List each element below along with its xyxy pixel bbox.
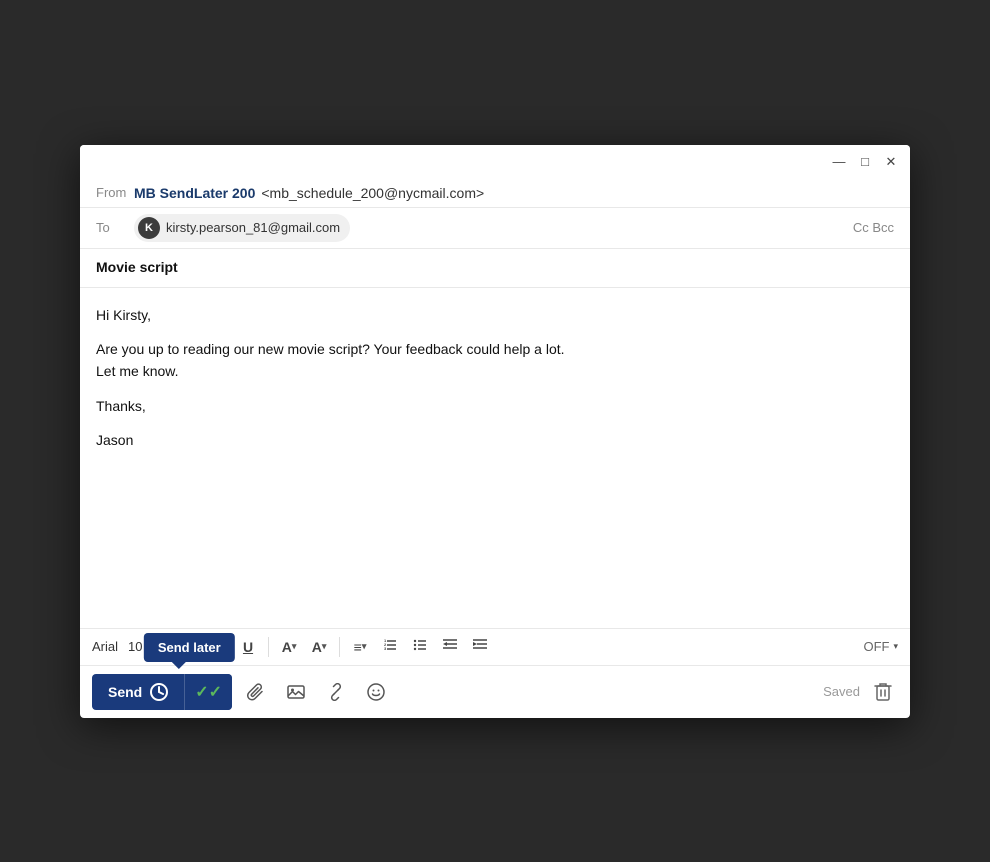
- email-body[interactable]: Hi Kirsty, Are you up to reading our new…: [80, 288, 910, 628]
- highlight-color-icon: A: [312, 639, 322, 655]
- emoji-icon: [367, 683, 385, 701]
- body-greeting: Hi Kirsty,: [96, 304, 894, 326]
- sender-email: <mb_schedule_200@nycmail.com>: [261, 185, 484, 201]
- close-button[interactable]: ✕: [884, 155, 898, 169]
- off-dropdown-arrow: ▾: [893, 641, 898, 652]
- unordered-list-icon: [413, 638, 427, 655]
- body-para1: Are you up to reading our new movie scri…: [96, 338, 894, 383]
- align-button[interactable]: ≡ ▾: [346, 633, 374, 661]
- avatar: K: [138, 217, 160, 239]
- off-label: OFF: [863, 639, 889, 654]
- minimize-button[interactable]: —: [832, 155, 846, 169]
- image-button[interactable]: [280, 676, 312, 708]
- bottom-bar: Send later Send ✓✓: [80, 665, 910, 718]
- unordered-list-button[interactable]: [406, 633, 434, 661]
- align-dropdown-arrow: ▾: [362, 641, 367, 652]
- check-button[interactable]: ✓✓: [184, 674, 232, 710]
- highlight-color-button[interactable]: A ▾: [305, 633, 333, 661]
- trash-icon: [874, 682, 892, 702]
- body-name: Jason: [96, 429, 894, 451]
- font-color-icon: A: [282, 639, 292, 655]
- svg-text:3: 3: [384, 646, 387, 651]
- recipient-email: kirsty.pearson_81@gmail.com: [166, 220, 340, 235]
- indent-increase-button[interactable]: [466, 633, 494, 661]
- body-thanks: Thanks,: [96, 395, 894, 417]
- recipient-chip[interactable]: K kirsty.pearson_81@gmail.com: [134, 214, 350, 242]
- toolbar-divider-3: [339, 637, 340, 657]
- send-button[interactable]: Send: [92, 675, 184, 709]
- subject-text: Movie script: [96, 259, 178, 275]
- toolbar-divider-2: [268, 637, 269, 657]
- link-icon: [327, 683, 345, 701]
- indent-increase-icon: [472, 638, 488, 655]
- font-color-dropdown-arrow: ▾: [292, 641, 297, 652]
- from-row: From MB SendLater 200 <mb_schedule_200@n…: [80, 179, 910, 208]
- to-label: To: [96, 220, 134, 235]
- window-controls: — □ ✕: [832, 155, 898, 169]
- emoji-button[interactable]: [360, 676, 392, 708]
- align-icon: ≡: [354, 639, 362, 655]
- maximize-button[interactable]: □: [858, 155, 872, 169]
- send-button-group: Send ✓✓: [92, 674, 232, 710]
- link-button[interactable]: [320, 676, 352, 708]
- send-button-container: Send later Send ✓✓: [92, 674, 232, 710]
- to-row: To K kirsty.pearson_81@gmail.com Cc Bcc: [80, 208, 910, 249]
- underline-button[interactable]: U: [234, 633, 262, 661]
- from-label: From: [96, 185, 134, 200]
- font-color-group: A ▾: [275, 633, 303, 661]
- highlight-dropdown-arrow: ▾: [322, 641, 327, 652]
- highlight-color-group: A ▾: [305, 633, 333, 661]
- image-icon: [287, 683, 305, 701]
- send-later-tooltip: Send later: [144, 633, 235, 662]
- indent-decrease-button[interactable]: [436, 633, 464, 661]
- sender-name: MB SendLater 200: [134, 185, 255, 201]
- subject-row: Movie script: [80, 249, 910, 288]
- font-name-label: Arial: [92, 639, 118, 654]
- font-color-button[interactable]: A ▾: [275, 633, 303, 661]
- off-toggle[interactable]: OFF ▾: [863, 639, 898, 654]
- ordered-list-icon: 1 2 3: [383, 638, 397, 655]
- delete-button[interactable]: [868, 677, 898, 707]
- saved-label: Saved: [823, 684, 860, 699]
- attach-button[interactable]: [240, 676, 272, 708]
- cc-bcc-button[interactable]: Cc Bcc: [853, 220, 894, 235]
- indent-decrease-icon: [442, 638, 458, 655]
- send-label: Send: [108, 684, 142, 700]
- compose-window: — □ ✕ From MB SendLater 200 <mb_schedule…: [80, 145, 910, 718]
- clock-icon: [150, 683, 168, 701]
- paperclip-icon: [247, 683, 265, 701]
- ordered-list-button[interactable]: 1 2 3: [376, 633, 404, 661]
- title-bar: — □ ✕: [80, 145, 910, 179]
- check-icon: ✓✓: [195, 682, 222, 702]
